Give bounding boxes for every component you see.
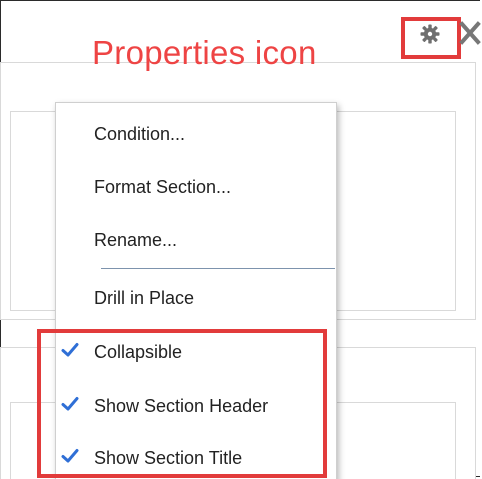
close-icon[interactable]	[458, 18, 482, 48]
properties-icon-callout: Properties icon	[92, 34, 317, 71]
menu-item-drill-in-place[interactable]: Drill in Place	[56, 284, 336, 314]
menu-item-label: Condition...	[94, 124, 186, 144]
menu-item-label: Rename...	[94, 230, 178, 250]
screen: Properties icon Condition... Format Sect…	[0, 0, 482, 479]
menu-item-condition[interactable]: Condition...	[56, 120, 336, 150]
checked-options-highlight	[37, 329, 327, 478]
menu-item-format-section[interactable]: Format Section...	[56, 173, 336, 203]
menu-separator	[101, 268, 335, 269]
menu-item-rename[interactable]: Rename...	[56, 226, 336, 256]
menu-item-label: Format Section...	[94, 177, 232, 197]
menu-item-label: Drill in Place	[94, 288, 195, 308]
gear-icon[interactable]	[418, 22, 442, 46]
